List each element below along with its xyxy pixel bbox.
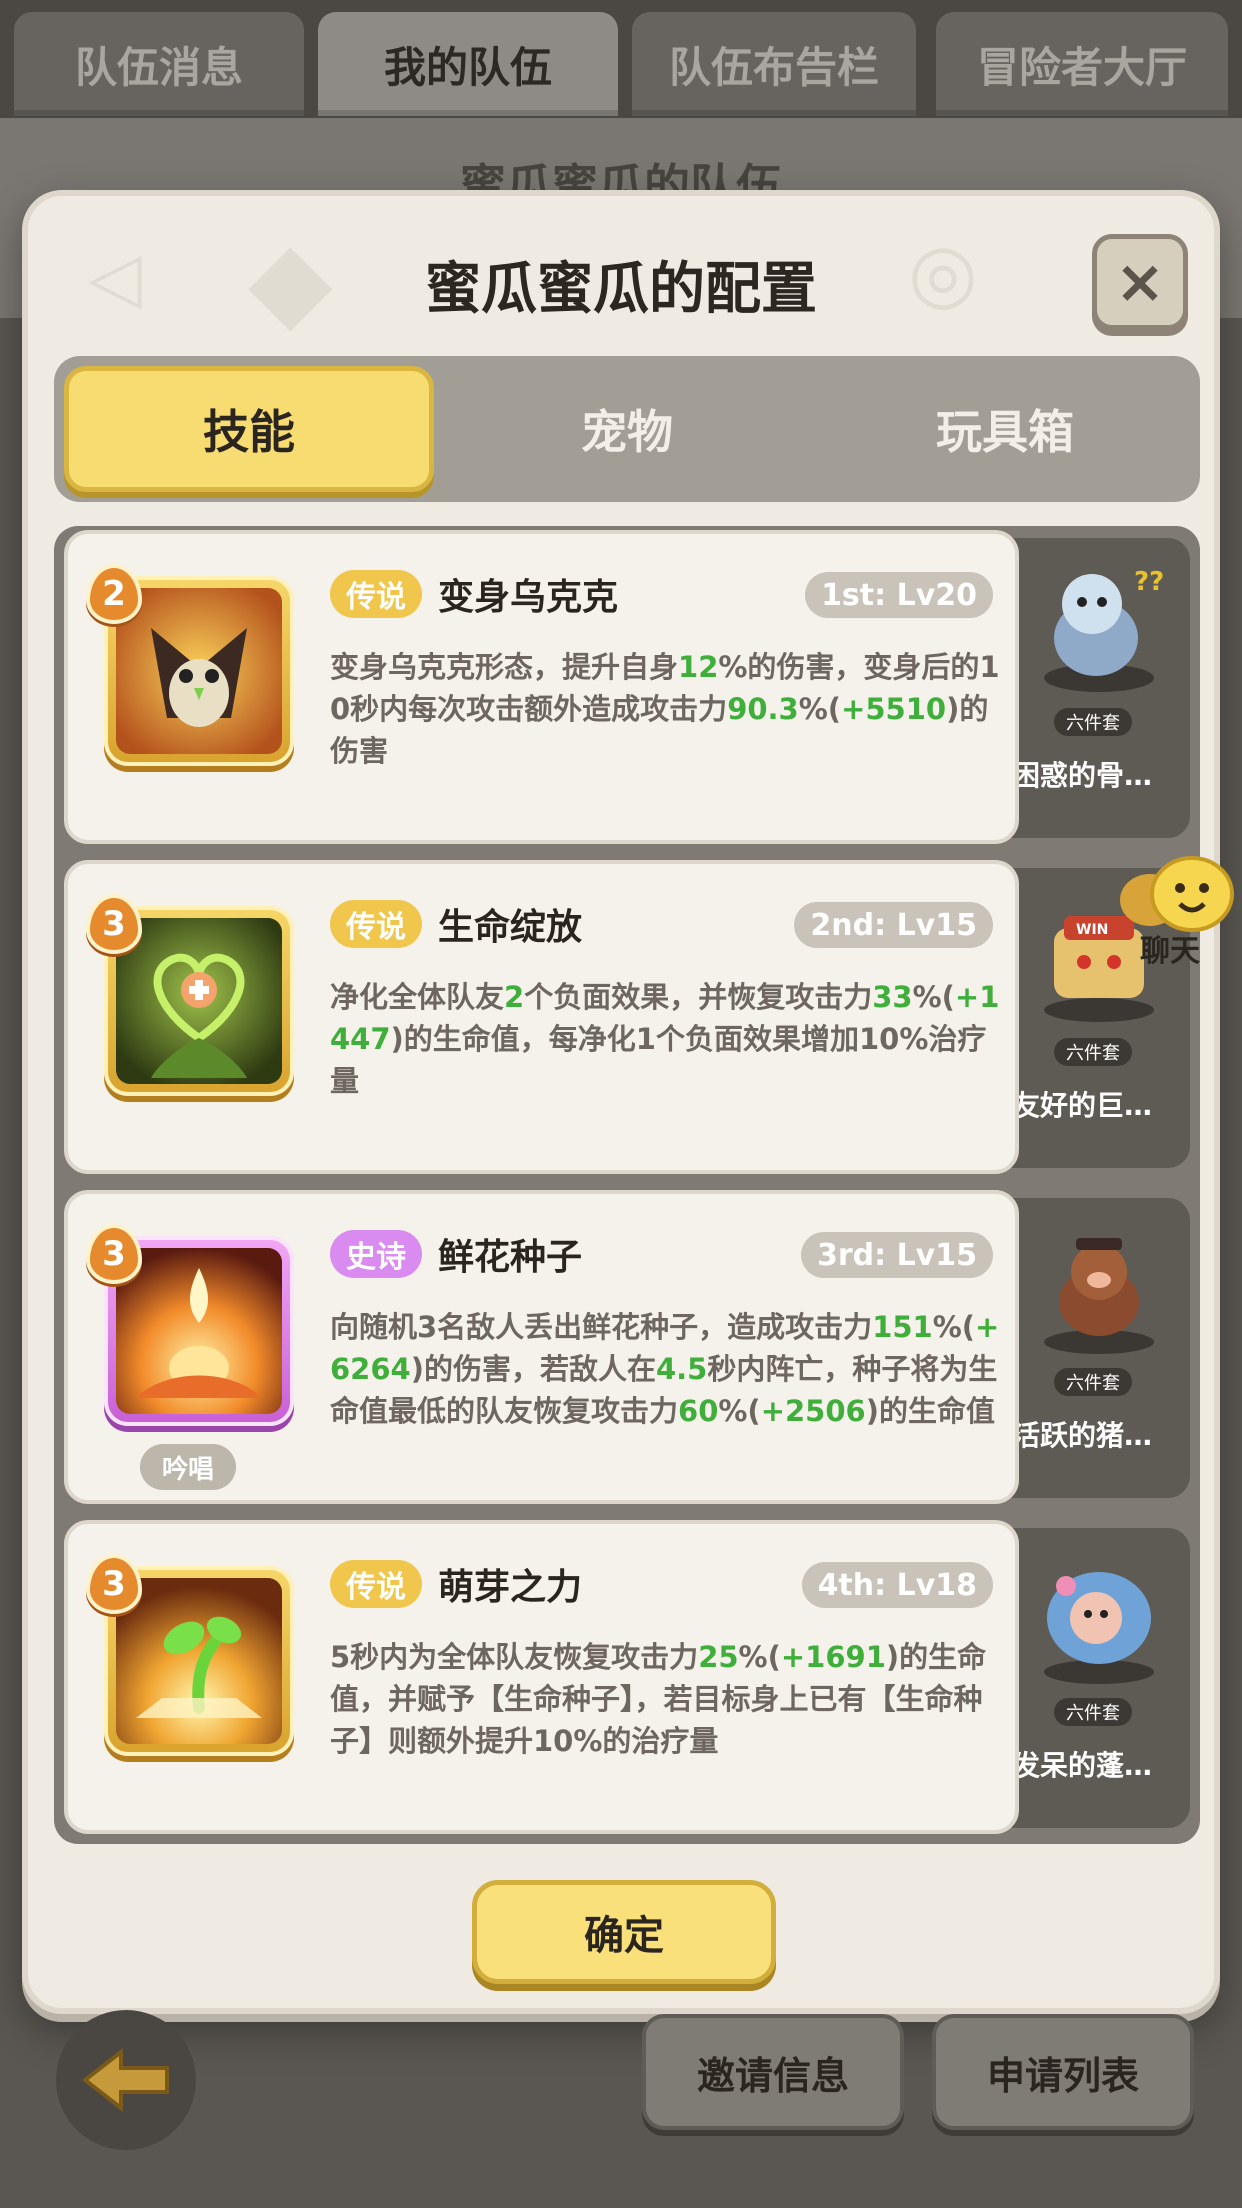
- pet-name: 困惑的骨…: [1012, 759, 1153, 792]
- pet-set-tag: 六件套: [1054, 708, 1132, 736]
- skill-slot-level: 1st: Lv20: [805, 572, 993, 618]
- description-text: )的生命值，每净化1个负面效果增加10%治疗量: [330, 1022, 987, 1098]
- tab-adventurer-hall[interactable]: 冒险者大厅: [936, 12, 1228, 116]
- top-tab-bar: 队伍消息 我的队伍 队伍布告栏 冒险者大厅: [0, 0, 1242, 118]
- description-text: %(: [738, 1640, 781, 1674]
- chat-label[interactable]: 聊天: [1140, 926, 1200, 970]
- svg-text:WIN: WIN: [1076, 922, 1108, 938]
- tab-toybox[interactable]: 玩具箱: [820, 366, 1190, 492]
- skill-card[interactable]: 2 传说 变身乌克克 1st: Lv20 变身乌克克形态，提升自身12%的伤害，…: [64, 530, 1019, 844]
- tab-team-board[interactable]: 队伍布告栏: [632, 12, 916, 116]
- description-text: 净化全体队友: [330, 980, 505, 1014]
- skill-row[interactable]: 六件套 活跃的猪… 3 吟唱 史诗 鲜花种子 3rd: Lv15 向随机3名敌人…: [64, 1190, 1190, 1504]
- owl-skill-icon: [116, 588, 282, 754]
- rarity-badge: 传说: [330, 570, 422, 618]
- pet-panel[interactable]: 六件套 活跃的猪…: [1004, 1198, 1190, 1498]
- description-text: 个负面效果，并恢复攻击力: [524, 980, 873, 1014]
- confirm-button[interactable]: 确定: [472, 1880, 776, 1984]
- pet-set-tag: 六件套: [1054, 1698, 1132, 1726]
- skill-row[interactable]: WIN 六件套 友好的巨… 3 传说 生命绽放 2nd: Lv15 净化全体队友…: [64, 860, 1190, 1174]
- highlight-number: +1691: [780, 1640, 886, 1674]
- skill-name: 生命绽放: [438, 907, 583, 948]
- skill-row[interactable]: 六件套 发呆的蓬… 3 传说 萌芽之力 4th: Lv18 5秒内为全体队友恢复…: [64, 1520, 1190, 1834]
- config-tab-bar: 技能 宠物 玩具箱: [54, 356, 1200, 502]
- config-modal: ◁ ◆ ◎ 蜜瓜蜜瓜的配置 × 技能 宠物 玩具箱 ?? 六件套 困惑的骨… 2…: [22, 190, 1220, 2014]
- pet-set-tag: 六件套: [1054, 1038, 1132, 1066]
- pet-set-tag: 六件套: [1054, 1368, 1132, 1396]
- highlight-number: 2: [504, 980, 525, 1014]
- highlight-number: 60: [678, 1394, 719, 1428]
- tab-pets[interactable]: 宠物: [442, 366, 812, 492]
- skill-slot-level: 2nd: Lv15: [794, 902, 993, 948]
- skill-name: 萌芽之力: [438, 1567, 583, 1608]
- rarity-badge: 传说: [330, 900, 422, 948]
- description-text: %(: [932, 1310, 976, 1344]
- highlight-number: 4.5: [655, 1352, 708, 1386]
- skill-description: 5秒内为全体队友恢复攻击力25%(+1691)的生命值，并赋予【生命种子】，若目…: [330, 1636, 1008, 1762]
- skill-description: 净化全体队友2个负面效果，并恢复攻击力33%(+1447)的生命值，每净化1个负…: [330, 976, 1008, 1102]
- tab-team-messages[interactable]: 队伍消息: [14, 12, 304, 116]
- back-button[interactable]: [56, 2010, 196, 2150]
- skill-name: 鲜花种子: [438, 1237, 583, 1278]
- skill-level-badge: 3: [86, 1224, 142, 1284]
- rarity-badge: 史诗: [330, 1230, 422, 1278]
- highlight-number: 33: [872, 980, 913, 1014]
- pet-panel[interactable]: 六件套 发呆的蓬…: [1004, 1528, 1190, 1828]
- pet-panel[interactable]: ?? 六件套 困惑的骨…: [1004, 538, 1190, 838]
- chant-tag: 吟唱: [140, 1444, 236, 1490]
- close-button[interactable]: ×: [1092, 234, 1188, 330]
- skill-level-badge: 3: [86, 1554, 142, 1614]
- highlight-number: 12: [678, 650, 719, 684]
- apply-list-button[interactable]: 申请列表: [932, 2014, 1194, 2130]
- description-text: 向随机3名敌人丢出鲜花种子，造成攻击力: [330, 1310, 873, 1344]
- modal-title: 蜜瓜蜜瓜的配置: [425, 257, 817, 322]
- skill-level-badge: 2: [86, 564, 142, 624]
- highlight-number: 90.3: [727, 692, 799, 726]
- description-text: %(: [912, 980, 955, 1014]
- highlight-number: +5510: [841, 692, 947, 726]
- skill-description: 向随机3名敌人丢出鲜花种子，造成攻击力151%(+6264)的伤害，若敌人在4.…: [330, 1306, 1008, 1432]
- skill-slot-level: 3rd: Lv15: [800, 1232, 993, 1278]
- skill-description: 变身乌克克形态，提升自身12%的伤害，变身后的10秒内每次攻击额外造成攻击力90…: [330, 646, 1008, 772]
- seed-skill-icon: [116, 1248, 282, 1414]
- description-text: 5秒内为全体队友恢复攻击力: [330, 1640, 699, 1674]
- pet-boar-icon: [1044, 1238, 1154, 1354]
- skill-card[interactable]: 3 传说 生命绽放 2nd: Lv15 净化全体队友2个负面效果，并恢复攻击力3…: [64, 860, 1019, 1174]
- highlight-number: 151: [872, 1310, 933, 1344]
- invite-info-button[interactable]: 邀请信息: [642, 2014, 904, 2130]
- skill-name: 变身乌克克: [438, 577, 619, 618]
- skill-slot-level: 4th: Lv18: [801, 1562, 993, 1608]
- back-arrow-icon: [81, 2048, 169, 2112]
- skill-level-badge: 3: [86, 894, 142, 954]
- heart-flower-skill-icon: [116, 918, 282, 1084]
- description-text: %(: [718, 1394, 761, 1428]
- pet-name: 活跃的猪…: [1012, 1419, 1153, 1452]
- sprout-skill-icon: [116, 1578, 282, 1744]
- rarity-badge: 传说: [330, 1560, 422, 1608]
- description-text: )的生命值: [865, 1394, 995, 1428]
- pet-name: 发呆的蓬…: [1012, 1749, 1153, 1782]
- description-text: )的伤害，若敌人在: [410, 1352, 656, 1386]
- highlight-number: 25: [698, 1640, 739, 1674]
- description-text: 变身乌克克形态，提升自身: [330, 650, 679, 684]
- highlight-number: +2506: [760, 1394, 866, 1428]
- skill-card[interactable]: 3 吟唱 史诗 鲜花种子 3rd: Lv15 向随机3名敌人丢出鲜花种子，造成攻…: [64, 1190, 1019, 1504]
- close-icon: ×: [1114, 247, 1166, 317]
- pet-sheep-icon: [1044, 1572, 1154, 1684]
- tab-my-team[interactable]: 我的队伍: [318, 12, 618, 116]
- tab-skills[interactable]: 技能: [64, 366, 434, 492]
- skill-card[interactable]: 3 传说 萌芽之力 4th: Lv18 5秒内为全体队友恢复攻击力25%(+16…: [64, 1520, 1019, 1834]
- skill-list[interactable]: ?? 六件套 困惑的骨… 2 传说 变身乌克克 1st: Lv20 变身乌克克形…: [54, 526, 1200, 1844]
- description-text: %(: [798, 692, 842, 726]
- skill-row[interactable]: ?? 六件套 困惑的骨… 2 传说 变身乌克克 1st: Lv20 变身乌克克形…: [64, 530, 1190, 844]
- pet-name: 友好的巨…: [1012, 1089, 1153, 1122]
- pet-dino-icon: ??: [1044, 567, 1164, 692]
- svg-text:??: ??: [1134, 567, 1164, 597]
